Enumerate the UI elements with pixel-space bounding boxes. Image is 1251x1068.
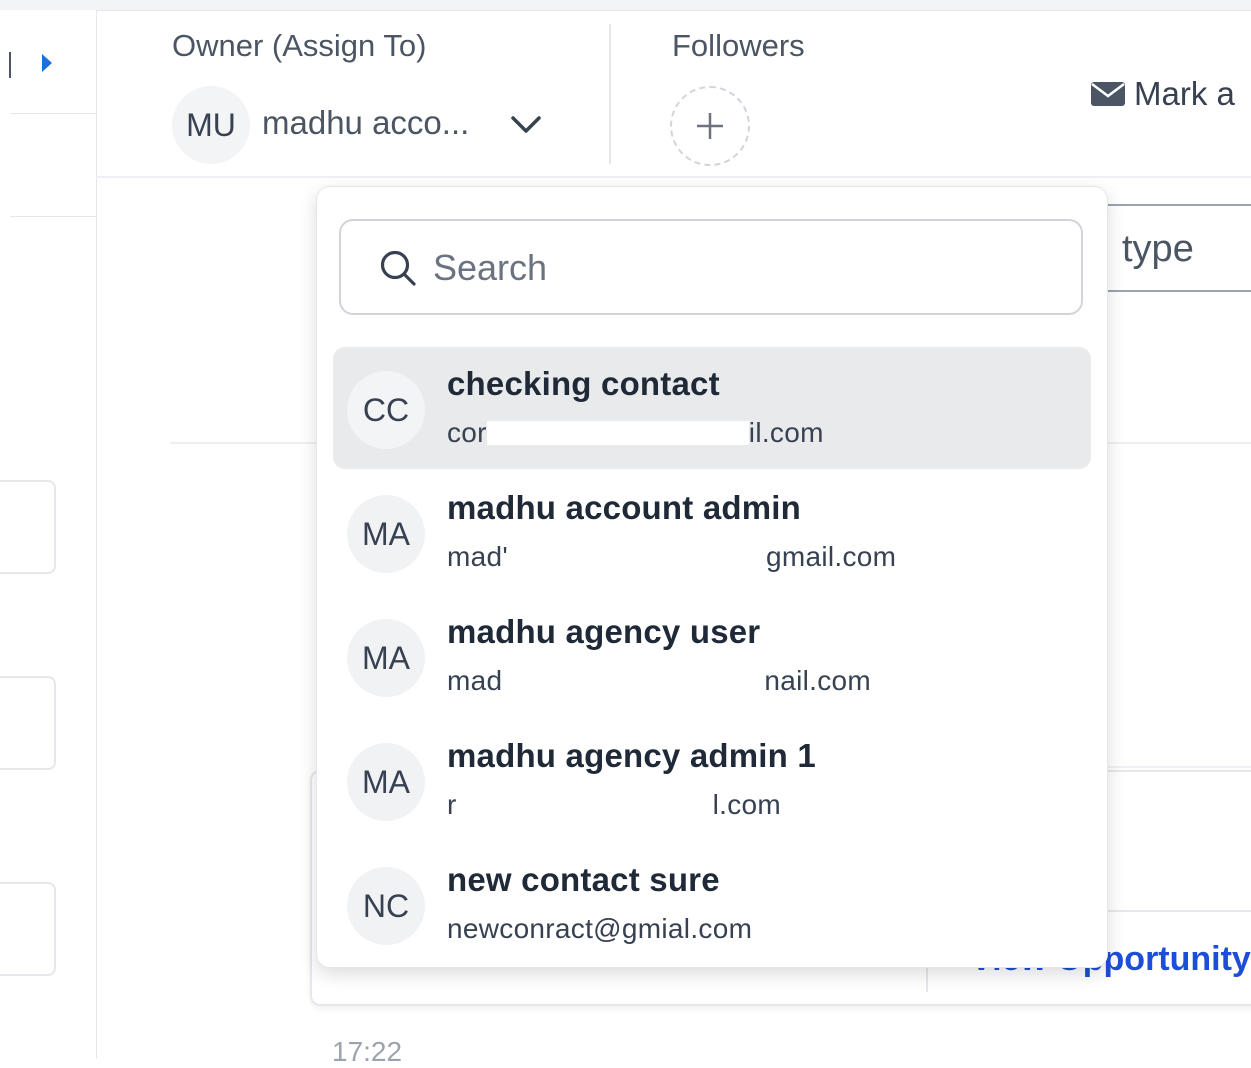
option-madhu-agency-admin-1[interactable]: MA madhu agency admin 1 r l.com [333, 719, 1091, 841]
owner-dropdown: CC checking contact coril.com MA madhu a… [316, 186, 1108, 968]
text-cursor-mark [9, 52, 11, 78]
option-email: r l.com [447, 789, 782, 820]
option-avatar: CC [347, 371, 425, 449]
left-field-box[interactable] [0, 882, 56, 976]
owner-name[interactable]: madhu acco... [262, 104, 469, 142]
mark-as-button[interactable]: Mark a [1090, 72, 1235, 116]
option-madhu-agency-user[interactable]: MA madhu agency user mad nail.com [333, 595, 1091, 717]
option-email: cor il.com [447, 417, 824, 448]
option-avatar: MA [347, 495, 425, 573]
option-avatar: MA [347, 743, 425, 821]
envelope-icon [1091, 82, 1125, 106]
option-new-contact-sure[interactable]: NC new contact sure newconract@gmial.com [333, 843, 1091, 965]
option-name: checking contact [447, 365, 720, 402]
option-email: mad' gmail.com [447, 541, 897, 572]
option-email: newconract@gmial.com [447, 913, 753, 944]
mark-as-label: Mark a [1134, 75, 1235, 112]
add-follower-button[interactable] [670, 86, 750, 166]
type-text: type [1122, 228, 1194, 270]
search-input[interactable] [431, 239, 1055, 297]
top-strip [0, 0, 1251, 11]
option-name: new contact sure [447, 861, 720, 898]
type-input[interactable]: type [1090, 204, 1251, 292]
header-divider [609, 24, 611, 164]
chevron-down-icon[interactable] [508, 112, 544, 136]
option-madhu-account-admin[interactable]: MA madhu account admin mad' gmail.com [333, 471, 1091, 593]
option-avatar: MA [347, 619, 425, 697]
followers-label: Followers [672, 28, 805, 63]
caret-right-icon[interactable] [42, 54, 52, 72]
option-name: madhu agency user [447, 613, 761, 650]
left-field-box[interactable] [0, 676, 56, 770]
option-name: madhu agency admin 1 [447, 737, 816, 774]
left-divider [10, 216, 96, 217]
option-email: mad nail.com [447, 665, 872, 696]
left-panel [0, 10, 97, 1059]
plus-icon [697, 113, 723, 139]
option-avatar: NC [347, 867, 425, 945]
option-name: madhu account admin [447, 489, 802, 526]
search-icon [380, 250, 416, 286]
left-divider [10, 113, 96, 114]
activity-timestamp: 17:22 [332, 1036, 403, 1067]
option-checking-contact[interactable]: CC checking contact cor il.com [333, 347, 1091, 469]
owner-label: Owner (Assign To) [172, 28, 427, 63]
header-bottom-divider [96, 176, 1251, 178]
search-box[interactable] [339, 219, 1083, 315]
content-divider [1106, 766, 1251, 768]
left-field-box[interactable] [0, 480, 56, 574]
owner-avatar[interactable]: MU [172, 86, 250, 164]
